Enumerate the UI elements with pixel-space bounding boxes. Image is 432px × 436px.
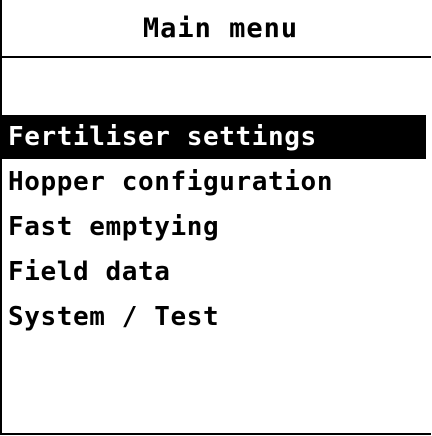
title-bar: Main menu: [2, 0, 431, 58]
main-menu-list: Fertiliser settings Hopper configuration…: [2, 115, 431, 340]
menu-item-fertiliser-settings[interactable]: Fertiliser settings: [2, 115, 426, 159]
menu-item-fast-emptying[interactable]: Fast emptying: [2, 205, 431, 249]
menu-item-hopper-configuration[interactable]: Hopper configuration: [2, 160, 431, 204]
page-title: Main menu: [142, 13, 299, 44]
menu-item-field-data[interactable]: Field data: [2, 250, 431, 294]
terminal-screen: Main menu Fertiliser settings Hopper con…: [0, 0, 431, 435]
menu-item-system-test[interactable]: System / Test: [2, 295, 431, 339]
